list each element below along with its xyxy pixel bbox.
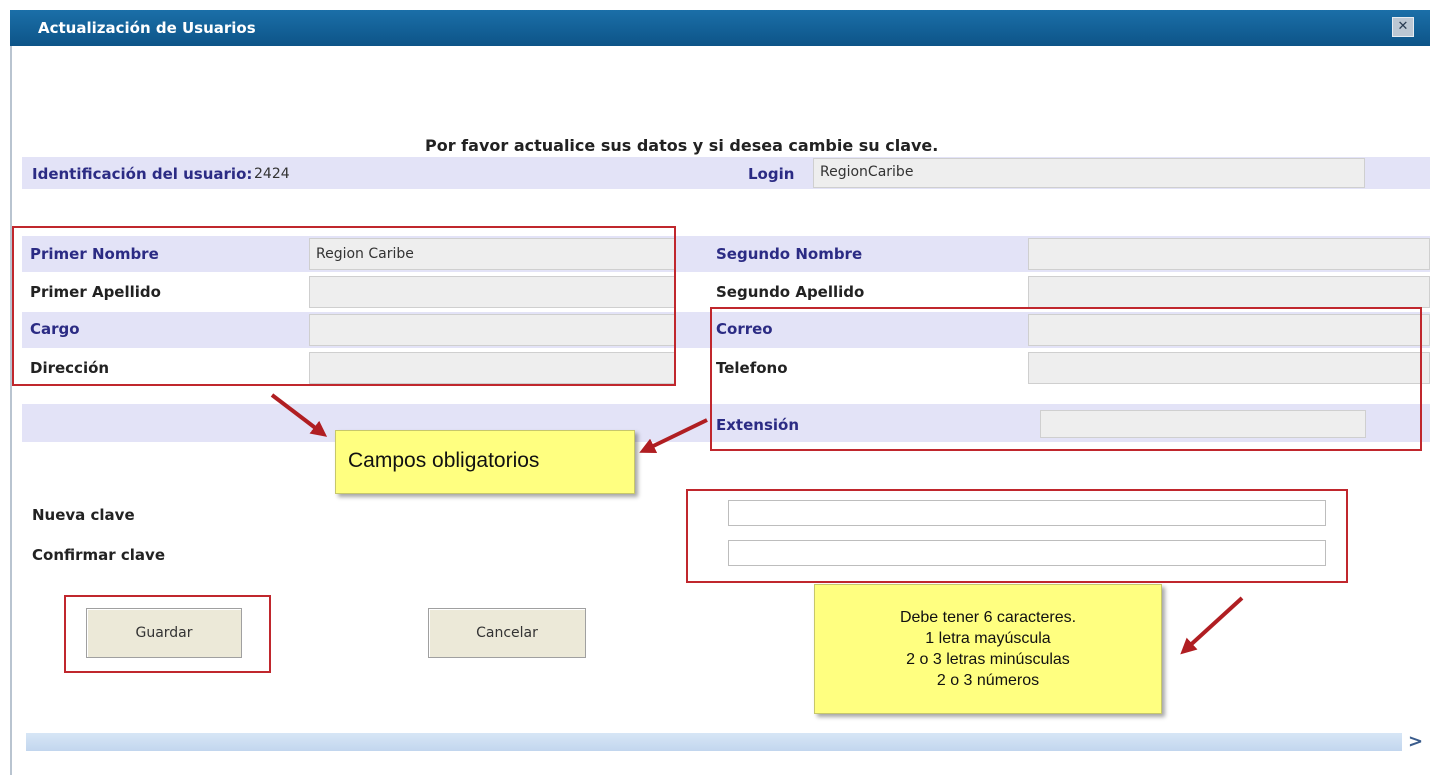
horizontal-scrollbar[interactable] xyxy=(26,733,1402,751)
annotation-arrows xyxy=(270,393,1244,655)
password-rule-2: 1 letra mayúscula xyxy=(925,630,1051,647)
password-rule-4: 2 o 3 números xyxy=(936,672,1040,689)
required-fields-callout: Campos obligatorios xyxy=(335,430,635,494)
password-rule-1: Debe tener 6 caracteres. xyxy=(899,609,1077,626)
password-rules-text: Debe tener 6 caracteres. 1 letra mayúscu… xyxy=(815,607,1161,691)
arrow-to-password-box xyxy=(1180,596,1244,655)
arrow-to-left-box xyxy=(270,393,328,437)
password-rule-3: 2 o 3 letras minúsculas xyxy=(906,651,1070,668)
required-fields-callout-text: Campos obligatorios xyxy=(348,449,540,472)
password-rules-callout: Debe tener 6 caracteres. 1 letra mayúscu… xyxy=(814,584,1162,714)
arrow-to-right-box xyxy=(639,418,708,454)
scroll-right-icon[interactable]: > xyxy=(1408,731,1423,752)
